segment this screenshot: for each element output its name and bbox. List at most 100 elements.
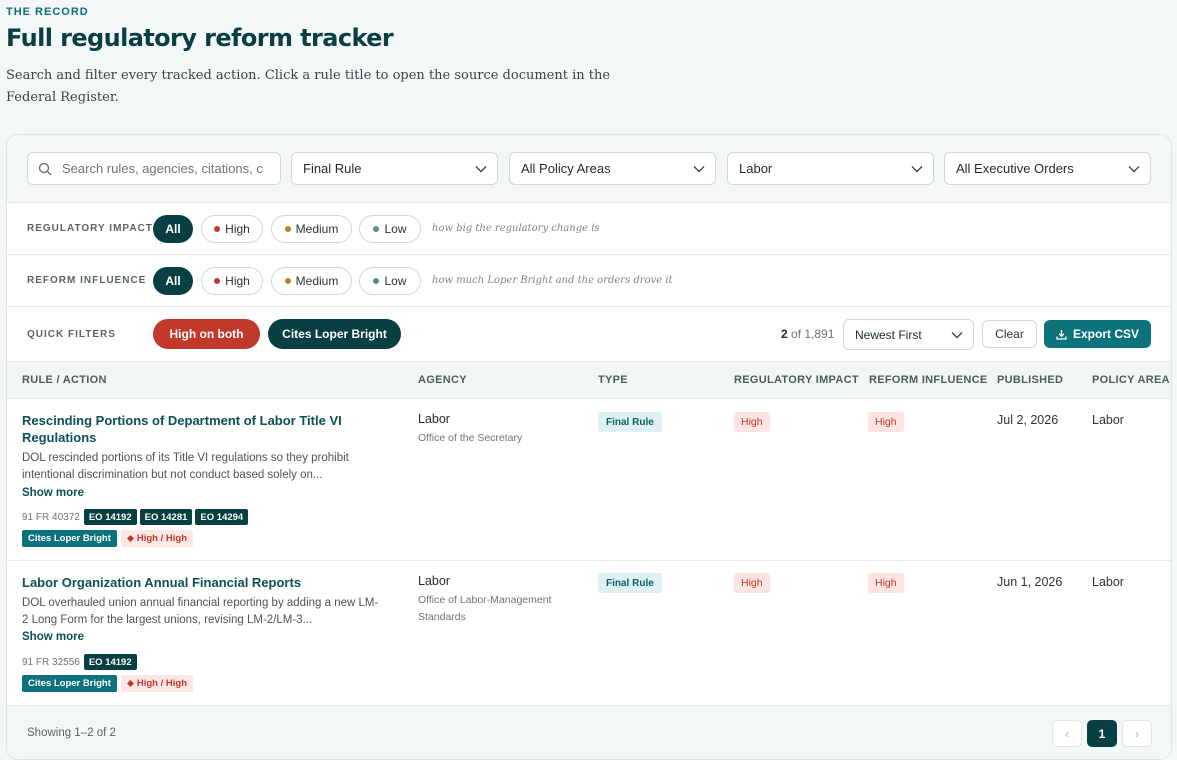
- chevron-down-icon: [475, 165, 487, 172]
- impact-high-label: High: [225, 221, 250, 236]
- impact-low-pill[interactable]: Low: [359, 214, 421, 243]
- column-header-impact[interactable]: REGULATORY IMPACT: [734, 374, 859, 386]
- citation-row: 91 FR 32556 EO 14192: [22, 654, 137, 670]
- download-icon: [1056, 329, 1067, 340]
- quick-filters-label: QUICK FILTERS: [27, 328, 116, 340]
- diamond-icon: [126, 535, 134, 542]
- chevron-down-icon: [911, 165, 923, 172]
- regulatory-impact-row: REGULATORY IMPACT All High Medium Low ho…: [7, 203, 1171, 255]
- rule-description: DOL overhauled union annual financial re…: [22, 597, 379, 626]
- impact-medium-label: Medium: [295, 221, 339, 236]
- influence-badge: High: [868, 573, 904, 593]
- result-count: 2 of 1,891: [781, 327, 834, 341]
- sort-select-value: Newest First: [855, 327, 922, 342]
- influence-low-label: Low: [384, 273, 407, 288]
- show-more-link[interactable]: Show more: [22, 631, 84, 643]
- cites-loper-bright-pill[interactable]: Cites Loper Bright: [268, 319, 401, 349]
- influence-badge: High: [868, 412, 904, 432]
- agency-select[interactable]: Labor: [727, 152, 934, 185]
- type-badge: Final Rule: [598, 412, 662, 432]
- high-high-tag: High / High: [120, 530, 194, 547]
- table-row: Labor Organization Annual Financial Repo…: [7, 561, 1171, 706]
- reform-influence-row: REFORM INFLUENCE All High Medium Low how…: [7, 255, 1171, 307]
- rule-title-link[interactable]: Labor Organization Annual Financial Repo…: [22, 574, 382, 591]
- influence-medium-pill[interactable]: Medium: [271, 266, 352, 295]
- search-icon: [38, 162, 52, 175]
- policy-area: Labor: [1092, 413, 1124, 427]
- column-header-agency[interactable]: AGENCY: [418, 374, 467, 386]
- table-header: RULE / ACTION AGENCY TYPE REGULATORY IMP…: [7, 361, 1171, 399]
- sub-agency-name: Office of the Secretary: [418, 432, 523, 444]
- eo-badge: EO 14192: [83, 509, 137, 525]
- intro-text: Search and filter every tracked action. …: [6, 68, 611, 105]
- agency-name: Labor: [418, 574, 450, 588]
- published-date: Jul 2, 2026: [997, 413, 1059, 427]
- search-box[interactable]: [27, 152, 281, 185]
- impact-low-label: Low: [384, 221, 407, 236]
- column-header-influence[interactable]: REFORM INFLUENCE: [869, 374, 987, 386]
- impact-badge: High: [734, 412, 770, 432]
- high-high-tag-label: High / High: [136, 678, 188, 689]
- policy-area: Labor: [1092, 575, 1124, 589]
- chevron-down-icon: [951, 331, 963, 338]
- type-select-value: Final Rule: [303, 161, 362, 176]
- low-dot-icon: [373, 277, 380, 284]
- sort-select[interactable]: Newest First: [843, 319, 974, 350]
- influence-all-pill[interactable]: All: [153, 266, 193, 295]
- column-header-published[interactable]: PUBLISHED: [997, 374, 1063, 386]
- influence-low-pill[interactable]: Low: [359, 266, 421, 295]
- agency-select-value: Labor: [739, 161, 773, 176]
- tracker-card: Final Rule All Policy Areas Labor All Ex…: [6, 134, 1172, 760]
- impact-all-pill[interactable]: All: [153, 214, 193, 243]
- type-badge: Final Rule: [598, 573, 662, 593]
- medium-dot-icon: [284, 277, 291, 284]
- fr-citation: 91 FR 40372: [22, 511, 80, 523]
- eo-badge: EO 14294: [195, 509, 249, 525]
- diamond-icon: [126, 680, 134, 687]
- high-dot-icon: [214, 277, 221, 284]
- chevron-down-icon: [693, 165, 705, 172]
- rule-description: DOL rescinded portions of its Title VI r…: [22, 452, 349, 481]
- prev-page-button[interactable]: ‹: [1052, 720, 1082, 747]
- result-count-shown: 2: [781, 327, 788, 341]
- type-select[interactable]: Final Rule: [291, 152, 498, 185]
- impact-high-pill[interactable]: High: [201, 214, 263, 243]
- eo-badge: EO 14192: [83, 654, 137, 670]
- high-dot-icon: [214, 225, 221, 232]
- agency-name: Labor: [418, 412, 450, 426]
- column-header-policy-area[interactable]: POLICY AREA: [1092, 374, 1170, 386]
- tag-row: Cites Loper Bright High / High: [22, 675, 194, 692]
- impact-medium-pill[interactable]: Medium: [271, 214, 352, 243]
- table-row: Rescinding Portions of Department of Lab…: [7, 399, 1171, 561]
- column-header-type[interactable]: TYPE: [598, 374, 628, 386]
- rule-title-link[interactable]: Rescinding Portions of Department of Lab…: [22, 412, 382, 446]
- influence-all-label: All: [165, 273, 181, 288]
- cites-loper-bright-tag: Cites Loper Bright: [22, 530, 117, 547]
- export-csv-button[interactable]: Export CSV: [1044, 320, 1151, 348]
- next-page-button[interactable]: ›: [1122, 720, 1152, 747]
- low-dot-icon: [373, 225, 380, 232]
- regulatory-impact-label: REGULATORY IMPACT: [27, 223, 153, 234]
- executive-order-select[interactable]: All Executive Orders: [944, 152, 1151, 185]
- impact-hint: how big the regulatory change is: [432, 223, 600, 234]
- medium-dot-icon: [284, 225, 291, 232]
- influence-hint: how much Loper Bright and the orders dro…: [432, 275, 673, 286]
- high-on-both-pill[interactable]: High on both: [153, 319, 260, 349]
- export-csv-label: Export CSV: [1072, 327, 1139, 341]
- filters-bar: Final Rule All Policy Areas Labor All Ex…: [7, 135, 1171, 203]
- fr-citation: 91 FR 32556: [22, 656, 80, 668]
- policy-area-select[interactable]: All Policy Areas: [509, 152, 716, 185]
- page-1-button[interactable]: 1: [1087, 720, 1117, 747]
- reform-influence-label: REFORM INFLUENCE: [27, 275, 147, 286]
- column-header-rule[interactable]: RULE / ACTION: [22, 374, 107, 386]
- influence-medium-label: Medium: [295, 273, 339, 288]
- clear-button[interactable]: Clear: [982, 320, 1037, 348]
- influence-high-pill[interactable]: High: [201, 266, 263, 295]
- show-more-link[interactable]: Show more: [22, 487, 84, 499]
- search-input[interactable]: [62, 161, 267, 176]
- chevron-down-icon: [1128, 165, 1140, 172]
- showing-count: Showing 1–2 of 2: [27, 727, 116, 739]
- policy-area-select-value: All Policy Areas: [521, 161, 611, 176]
- result-count-total: of 1,891: [791, 327, 835, 341]
- eo-badge: EO 14281: [139, 509, 193, 525]
